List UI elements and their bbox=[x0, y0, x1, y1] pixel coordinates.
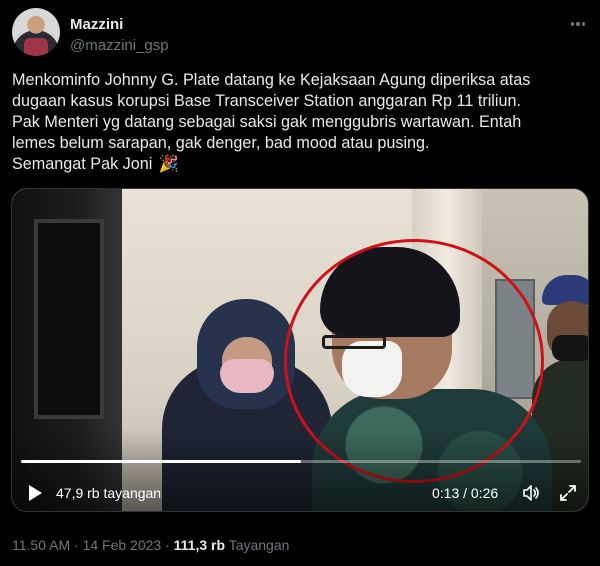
tweet-text-line: Menkominfo Johnny G. Plate datang ke Kej… bbox=[12, 71, 531, 89]
tweet-views-count[interactable]: 111,3 rb bbox=[174, 537, 225, 553]
tweet-header: Mazzini @mazzini_gsp bbox=[12, 8, 588, 58]
tweet-views-label: Tayangan bbox=[228, 537, 290, 553]
video-views-label: 47,9 rb tayangan bbox=[56, 485, 162, 501]
tweet-text-line: Pak Menteri yg datang sebagai saksi gak … bbox=[12, 113, 522, 131]
video-progress-fill bbox=[21, 460, 301, 463]
tweet-date[interactable]: 14 Feb 2023 bbox=[83, 537, 162, 553]
meta-separator: · bbox=[74, 537, 79, 553]
tweet-time[interactable]: 11.50 AM bbox=[12, 537, 70, 553]
tweet-text-line: dugaan kasus korupsi Base Transceiver St… bbox=[12, 92, 522, 110]
tweet-text-line-content: Semangat Pak Joni bbox=[12, 155, 153, 173]
video-time: 0:13 / 0:26 bbox=[432, 485, 499, 501]
tweet-text-line: lemes belum sarapan, gak denger, bad moo… bbox=[12, 134, 430, 152]
meta-separator: · bbox=[165, 537, 170, 553]
fullscreen-icon[interactable] bbox=[558, 483, 578, 503]
tweet-text: Menkominfo Johnny G. Plate datang ke Kej… bbox=[12, 70, 588, 175]
author-handle[interactable]: @mazzini_gsp bbox=[70, 37, 169, 54]
tweet-meta: 11.50 AM · 14 Feb 2023 · 111,3 rb Tayang… bbox=[12, 537, 289, 553]
avatar[interactable] bbox=[12, 8, 60, 56]
video-progress-bar[interactable] bbox=[21, 460, 581, 463]
author-display-name[interactable]: Mazzini bbox=[70, 16, 123, 33]
party-popper-icon: 🎉 bbox=[158, 155, 180, 173]
volume-icon[interactable] bbox=[521, 483, 541, 503]
video-player[interactable]: 47,9 rb tayangan 0:13 / 0:26 bbox=[11, 188, 589, 512]
tweet-text-line: Semangat Pak Joni 🎉 bbox=[12, 154, 588, 175]
play-icon[interactable] bbox=[26, 484, 44, 502]
more-options-icon[interactable] bbox=[568, 14, 588, 34]
